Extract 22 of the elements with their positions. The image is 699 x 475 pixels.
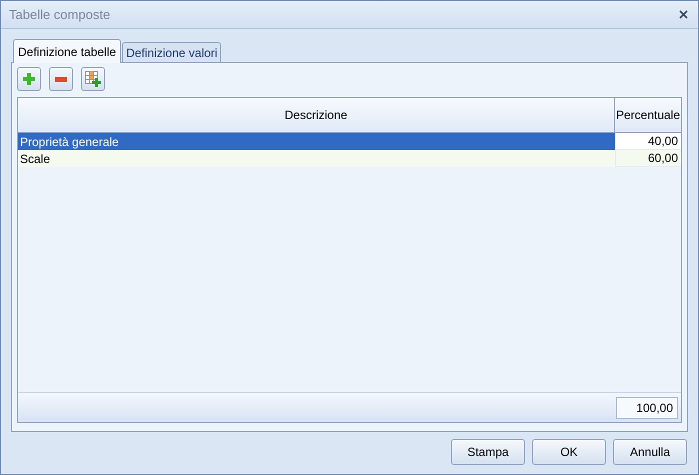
column-header[interactable]: Percentuale [615, 98, 681, 132]
table-cell: 40,00 [615, 133, 681, 150]
table-row[interactable]: Scale 60,00 [18, 150, 681, 167]
tab[interactable]: Definizione valori [122, 42, 222, 62]
dialog-button[interactable]: OK [532, 439, 606, 465]
remove-button[interactable] [49, 67, 73, 91]
table-cell: Scale [18, 150, 615, 167]
table-add-icon [85, 71, 101, 87]
add-button[interactable] [17, 67, 41, 91]
table-row[interactable]: Proprietà generale 40,00 [18, 133, 681, 150]
add-table-button[interactable] [81, 67, 105, 91]
column-header[interactable]: Descrizione [18, 98, 615, 132]
plus-icon [23, 73, 35, 85]
table-cell: Proprietà generale [18, 133, 615, 150]
total-field: 100,00 [616, 396, 678, 418]
dialog-button[interactable]: Annulla [613, 439, 687, 465]
close-icon[interactable] [679, 10, 688, 19]
table-cell: 60,00 [615, 150, 681, 167]
dialog-button[interactable]: Stampa [451, 439, 525, 465]
window-title: Tabelle composte [9, 6, 110, 24]
minus-icon [55, 76, 67, 82]
tab[interactable]: Definizione tabelle [13, 39, 122, 63]
